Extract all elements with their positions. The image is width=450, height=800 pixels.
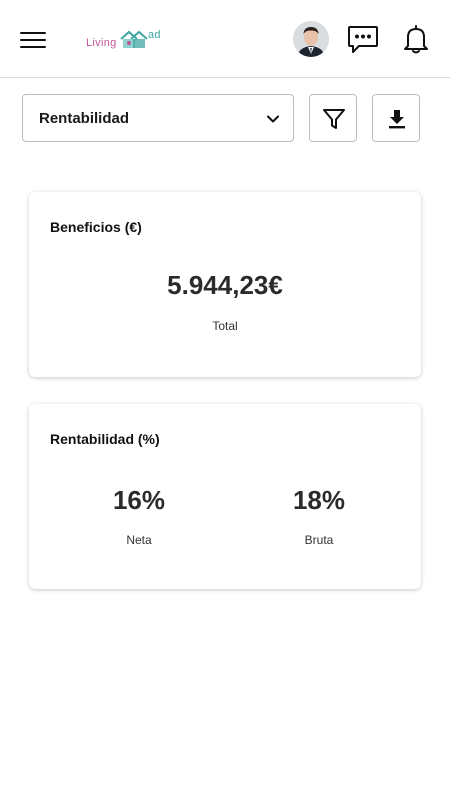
rentabilidad-card: Rentabilidad (%) 16% Neta 18% Bruta xyxy=(29,404,421,589)
app-header: Living ad xyxy=(0,0,450,78)
filter-icon xyxy=(323,109,345,129)
filter-button[interactable] xyxy=(309,94,357,142)
beneficios-total-value: 5.944,23€ xyxy=(167,270,283,300)
beneficios-card: Beneficios (€) 5.944,23€ Total xyxy=(29,192,421,377)
house-logo-icon xyxy=(120,30,148,48)
report-type-value: Rentabilidad xyxy=(39,110,130,127)
app-logo[interactable]: Living ad xyxy=(86,26,166,52)
chat-icon[interactable] xyxy=(346,22,380,56)
report-type-select[interactable]: Rentabilidad xyxy=(22,94,294,142)
rentabilidad-neta-value: 16% xyxy=(112,485,166,515)
download-icon xyxy=(389,110,405,129)
chat-bubble-icon xyxy=(348,26,378,53)
logo-text-living: Living xyxy=(86,37,117,49)
menu-icon[interactable] xyxy=(20,28,48,50)
rentabilidad-bruta-label: Bruta xyxy=(304,533,334,547)
rentabilidad-bruta-value: 18% xyxy=(292,485,346,515)
notification-bell-icon xyxy=(404,25,428,54)
logo-text-mad: ad xyxy=(148,29,161,41)
beneficios-total-label: Total xyxy=(212,319,238,333)
chevron-down-icon xyxy=(267,115,279,123)
bell-icon[interactable] xyxy=(399,22,433,56)
rentabilidad-title: Rentabilidad (%) xyxy=(50,431,160,447)
beneficios-title: Beneficios (€) xyxy=(50,219,142,235)
download-button[interactable] xyxy=(372,94,420,142)
rentabilidad-neta-label: Neta xyxy=(126,533,152,547)
avatar-portrait xyxy=(293,21,329,57)
toolbar: Rentabilidad xyxy=(0,94,450,142)
user-avatar[interactable] xyxy=(293,21,329,57)
